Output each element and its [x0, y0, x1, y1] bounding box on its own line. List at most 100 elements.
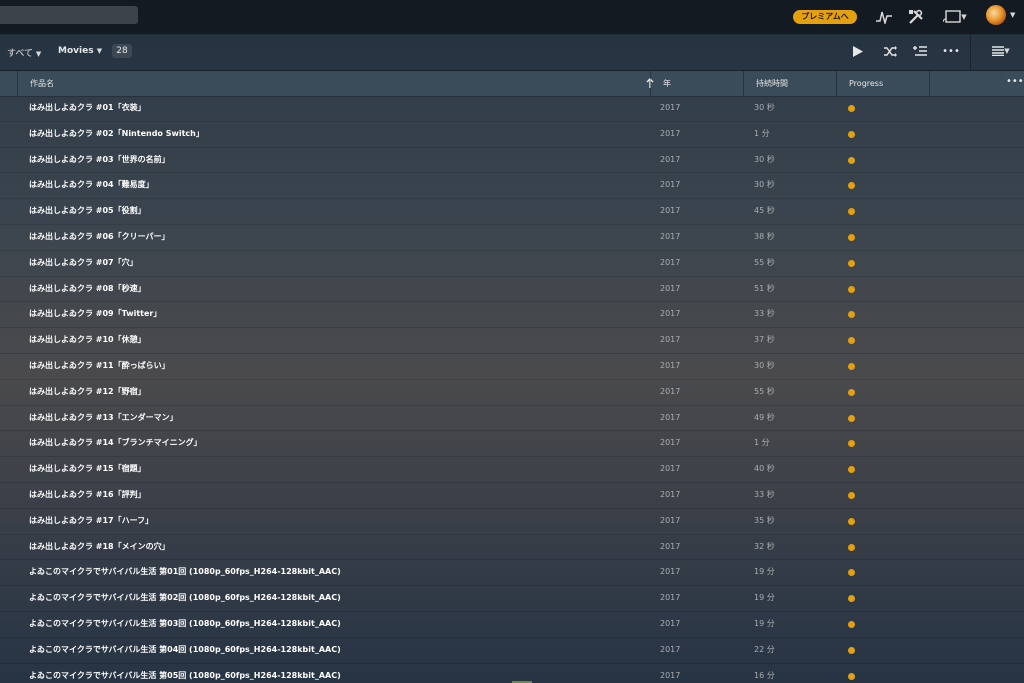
table-row[interactable]: よゐこのマイクラでサバイバル生活 第03回 (1080p_60fps_H264-… [0, 612, 1024, 638]
column-header-duration[interactable]: 持続時間 [743, 71, 837, 96]
premium-button[interactable]: プレミアムへ [793, 10, 857, 24]
row-year: 2017 [660, 489, 681, 499]
table-row[interactable]: はみ出しよゐクラ #06「クリーパー」 2017 38 秒 [0, 225, 1024, 251]
row-title[interactable]: はみ出しよゐクラ #18「メインの穴」 [29, 535, 170, 559]
column-title-label: 作品名 [30, 79, 54, 88]
unwatched-indicator-icon [848, 285, 855, 293]
row-title[interactable]: はみ出しよゐクラ #17「ハーフ」 [29, 509, 153, 533]
table-row[interactable]: はみ出しよゐクラ #18「メインの穴」 2017 32 秒 [0, 535, 1024, 561]
row-title[interactable]: はみ出しよゐクラ #08「秒速」 [29, 277, 146, 301]
row-title[interactable]: はみ出しよゐクラ #11「酔っぱらい」 [29, 354, 170, 378]
row-year: 2017 [660, 231, 681, 241]
library-type-dropdown[interactable]: Movies ▼ [58, 46, 102, 56]
unwatched-indicator-icon [848, 311, 855, 319]
table-row[interactable]: はみ出しよゐクラ #16「評判」 2017 33 秒 [0, 483, 1024, 509]
row-duration: 51 秒 [754, 283, 775, 293]
row-duration: 30 秒 [754, 180, 775, 190]
search-input[interactable] [0, 6, 138, 24]
row-title[interactable]: よゐこのマイクラでサバイバル生活 第02回 (1080p_60fps_H264-… [29, 586, 341, 610]
unwatched-indicator-icon [848, 233, 855, 241]
row-title[interactable]: よゐこのマイクラでサバイバル生活 第03回 (1080p_60fps_H264-… [29, 612, 341, 636]
chevron-down-icon: ▼ [961, 13, 967, 21]
row-title[interactable]: はみ出しよゐクラ #01「衣装」 [29, 96, 146, 120]
column-header-title[interactable]: 作品名 [17, 71, 654, 96]
play-icon[interactable] [851, 43, 865, 59]
row-title[interactable]: はみ出しよゐクラ #16「評判」 [29, 483, 146, 507]
column-header-year[interactable]: 年 [650, 71, 744, 96]
filter-all-label: すべて [7, 49, 34, 59]
row-title[interactable]: はみ出しよゐクラ #12「野宿」 [29, 380, 146, 404]
table-row[interactable]: はみ出しよゐクラ #05「役割」 2017 45 秒 [0, 199, 1024, 225]
row-title[interactable]: よゐこのマイクラでサバイバル生活 第04回 (1080p_60fps_H264-… [29, 638, 341, 662]
table-row[interactable]: はみ出しよゐクラ #13「エンダーマン」 2017 49 秒 [0, 406, 1024, 432]
row-title[interactable]: はみ出しよゐクラ #03「世界の名前」 [29, 148, 170, 172]
row-title[interactable]: はみ出しよゐクラ #14「ブランチマイニング」 [29, 431, 202, 455]
row-title[interactable]: はみ出しよゐクラ #09「Twitter」 [29, 302, 161, 326]
table-row[interactable]: はみ出しよゐクラ #07「穴」 2017 55 秒 [0, 251, 1024, 277]
add-to-queue-icon[interactable] [912, 43, 928, 59]
row-title[interactable]: よゐこのマイクラでサバイバル生活 第01回 (1080p_60fps_H264-… [29, 560, 341, 584]
unwatched-indicator-icon [848, 105, 855, 112]
tools-icon[interactable] [906, 7, 926, 27]
row-duration: 1 分 [754, 438, 770, 448]
table-row[interactable]: よゐこのマイクラでサバイバル生活 第04回 (1080p_60fps_H264-… [0, 638, 1024, 664]
avatar[interactable] [986, 5, 1006, 25]
row-duration: 33 秒 [754, 309, 775, 319]
table-row[interactable]: はみ出しよゐクラ #02「Nintendo Switch」 2017 1 分 [0, 122, 1024, 148]
unwatched-indicator-icon [848, 337, 855, 345]
unwatched-indicator-icon [848, 620, 855, 628]
row-title[interactable]: はみ出しよゐクラ #10「休憩」 [29, 328, 146, 352]
row-year: 2017 [660, 515, 681, 525]
row-duration: 19 分 [754, 618, 775, 628]
table-row[interactable]: はみ出しよゐクラ #11「酔っぱらい」 2017 30 秒 [0, 354, 1024, 380]
row-year: 2017 [660, 335, 681, 345]
table-row[interactable]: はみ出しよゐクラ #10「休憩」 2017 37 秒 [0, 328, 1024, 354]
row-duration: 55 秒 [754, 386, 775, 396]
table-row[interactable]: はみ出しよゐクラ #15「宿題」 2017 40 秒 [0, 457, 1024, 483]
row-title[interactable]: よゐこのマイクラでサバイバル生活 第05回 (1080p_60fps_H264-… [29, 664, 341, 683]
unwatched-indicator-icon [848, 543, 855, 551]
filter-all-dropdown[interactable]: すべて ▼ [7, 46, 41, 59]
row-title[interactable]: はみ出しよゐクラ #15「宿題」 [29, 457, 146, 481]
unwatched-indicator-icon [848, 517, 855, 525]
top-bar: プレミアムへ ▼ ▼ [0, 0, 1024, 35]
table-row[interactable]: はみ出しよゐクラ #08「秒速」 2017 51 秒 [0, 277, 1024, 303]
unwatched-indicator-icon [848, 156, 855, 164]
unwatched-indicator-icon [848, 182, 855, 190]
row-duration: 22 分 [754, 644, 775, 654]
more-icon[interactable]: ••• [942, 43, 960, 59]
column-header-progress[interactable]: Progress [836, 71, 930, 96]
table-row[interactable]: はみ出しよゐクラ #17「ハーフ」 2017 35 秒 [0, 509, 1024, 535]
library-type-label: Movies [58, 46, 94, 56]
table-row[interactable]: よゐこのマイクラでサバイバル生活 第02回 (1080p_60fps_H264-… [0, 586, 1024, 612]
unwatched-indicator-icon [848, 672, 855, 680]
row-year: 2017 [660, 593, 681, 603]
view-mode-icon[interactable]: ▼ [989, 43, 1013, 59]
row-title[interactable]: はみ出しよゐクラ #04「難易度」 [29, 173, 154, 197]
row-title[interactable]: はみ出しよゐクラ #07「穴」 [29, 251, 138, 275]
cast-icon[interactable]: ▼ [941, 7, 969, 27]
row-duration: 30 秒 [754, 103, 775, 112]
shuffle-icon[interactable] [882, 43, 898, 59]
unwatched-indicator-icon [848, 414, 855, 422]
table-row[interactable]: よゐこのマイクラでサバイバル生活 第01回 (1080p_60fps_H264-… [0, 560, 1024, 587]
unwatched-indicator-icon [848, 466, 855, 474]
chevron-down-icon: ▼ [1004, 47, 1010, 55]
chevron-down-icon[interactable]: ▼ [1010, 11, 1015, 19]
table-row[interactable]: はみ出しよゐクラ #14「ブランチマイニング」 2017 1 分 [0, 431, 1024, 458]
row-title[interactable]: はみ出しよゐクラ #13「エンダーマン」 [29, 406, 178, 430]
table-row[interactable]: はみ出しよゐクラ #01「衣装」 2017 30 秒 [0, 96, 1024, 122]
row-duration: 45 秒 [754, 206, 775, 216]
column-options-icon[interactable]: ••• [1006, 71, 1024, 93]
row-title[interactable]: はみ出しよゐクラ #06「クリーパー」 [29, 225, 170, 249]
row-duration: 49 秒 [754, 412, 775, 422]
row-duration: 19 分 [754, 593, 775, 603]
activity-icon[interactable] [874, 7, 894, 27]
row-title[interactable]: はみ出しよゐクラ #05「役割」 [29, 199, 146, 223]
row-title[interactable]: はみ出しよゐクラ #02「Nintendo Switch」 [29, 122, 204, 146]
table-row[interactable]: はみ出しよゐクラ #04「難易度」 2017 30 秒 [0, 173, 1024, 200]
table-row[interactable]: はみ出しよゐクラ #09「Twitter」 2017 33 秒 [0, 302, 1024, 329]
row-duration: 38 秒 [754, 231, 775, 241]
table-row[interactable]: はみ出しよゐクラ #03「世界の名前」 2017 30 秒 [0, 148, 1024, 174]
table-row[interactable]: はみ出しよゐクラ #12「野宿」 2017 55 秒 [0, 380, 1024, 406]
